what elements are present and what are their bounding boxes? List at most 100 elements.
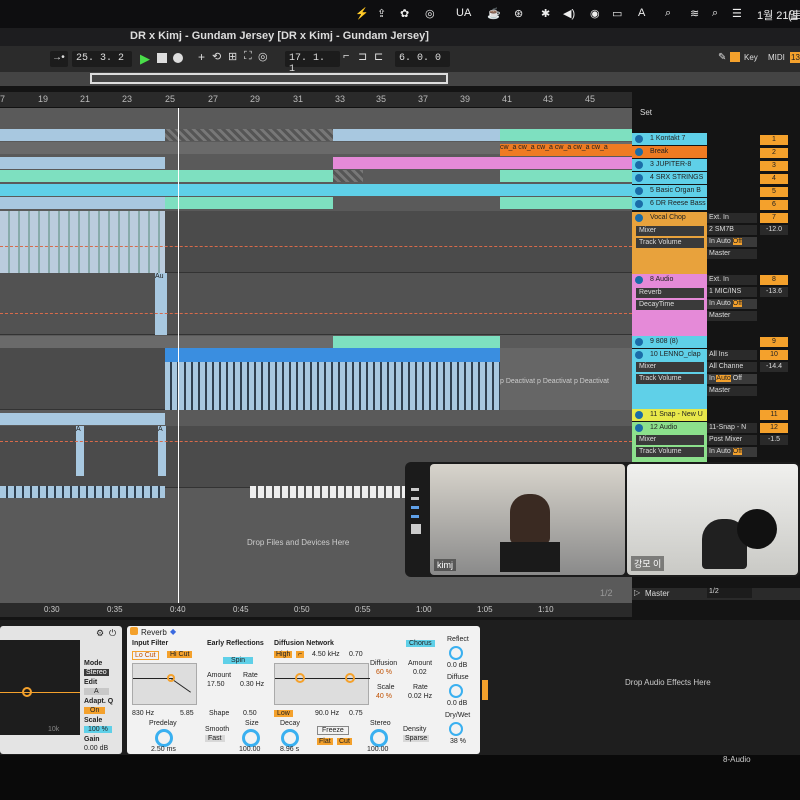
track-header-2[interactable]: Break xyxy=(632,146,707,158)
record-icon[interactable]: ◉ xyxy=(590,7,600,20)
size-knob[interactable] xyxy=(242,729,260,747)
punch-icon[interactable]: ⊞ xyxy=(228,50,237,63)
track-number[interactable]: 2 xyxy=(760,148,788,158)
clip[interactable] xyxy=(0,129,165,141)
clip[interactable] xyxy=(0,486,165,498)
high-shelf-icon[interactable]: ⌐ xyxy=(296,651,305,658)
search-spotlight-icon[interactable]: ⌕ xyxy=(712,7,718,20)
track-header-12[interactable]: 12 Audio xyxy=(632,422,707,434)
input-channel[interactable]: Post Mixer xyxy=(707,435,757,445)
volume-icon[interactable]: ◀) xyxy=(563,7,575,20)
follow-button[interactable]: →• xyxy=(50,51,68,67)
clip[interactable] xyxy=(333,336,500,348)
high-freq[interactable]: 4.50 kHz xyxy=(312,651,340,658)
high-toggle[interactable]: High xyxy=(274,651,293,658)
upload-icon[interactable]: ⇪ xyxy=(377,7,386,20)
control-icon[interactable] xyxy=(411,488,419,491)
control-icon[interactable] xyxy=(411,506,419,509)
activator-icon[interactable] xyxy=(635,411,643,419)
drywet-value[interactable]: 38 % xyxy=(450,738,466,745)
grid-icon[interactable] xyxy=(411,524,421,534)
video-call-window[interactable]: kimj 강모 이 xyxy=(405,462,800,577)
activator-icon[interactable] xyxy=(635,135,643,143)
keyboard-icon[interactable]: A xyxy=(638,7,645,19)
track-number[interactable]: 6 xyxy=(760,200,788,210)
device-activator-icon[interactable] xyxy=(130,627,138,635)
track-number[interactable]: 7 xyxy=(760,213,788,223)
hot-swap-icon[interactable]: ◆ xyxy=(170,627,176,636)
diffuse-knob[interactable] xyxy=(449,684,463,698)
bluetooth-icon[interactable]: ✱ xyxy=(541,7,550,20)
spin-toggle[interactable]: Spin xyxy=(223,657,254,664)
control-icon[interactable] xyxy=(411,515,419,518)
arrangement-overview[interactable] xyxy=(0,72,800,86)
stop-button[interactable] xyxy=(157,53,167,63)
punch-in-icon[interactable]: ⊐ xyxy=(358,50,367,63)
hi-cut-toggle[interactable]: Hi Cut xyxy=(167,651,193,658)
device-chooser[interactable]: Mixer xyxy=(636,435,704,445)
draw-mode-icon[interactable]: ✎ xyxy=(718,52,726,63)
play-button[interactable]: ▶ xyxy=(140,51,150,67)
cut-toggle[interactable]: Cut xyxy=(337,738,352,745)
input-type[interactable]: All Ins xyxy=(707,350,757,360)
control-icon[interactable] xyxy=(411,497,419,500)
search-icon[interactable]: ⌕ xyxy=(665,7,671,20)
clip[interactable] xyxy=(333,170,363,182)
diffusion-display[interactable] xyxy=(274,663,370,705)
clip[interactable] xyxy=(0,170,333,182)
playhead[interactable] xyxy=(178,108,179,603)
track-number[interactable]: 8 xyxy=(760,275,788,285)
clip[interactable] xyxy=(333,129,500,141)
stereo-knob[interactable] xyxy=(370,729,388,747)
diffusion-handle[interactable] xyxy=(345,673,355,683)
track-number[interactable]: 1 xyxy=(760,135,788,145)
output-type[interactable]: Master xyxy=(707,249,757,259)
filter-freq[interactable]: 830 Hz xyxy=(132,710,154,717)
param-chooser[interactable]: DecayTime xyxy=(636,300,704,310)
activator-icon[interactable] xyxy=(635,351,643,359)
activator-icon[interactable] xyxy=(635,174,643,182)
device-chooser[interactable]: Mixer xyxy=(636,226,704,236)
device-settings-icon[interactable]: ⚙ xyxy=(96,628,104,639)
track-header-1[interactable]: 1 Kontakt 7 xyxy=(632,133,707,145)
track-number[interactable]: 3 xyxy=(760,161,788,171)
clip[interactable] xyxy=(500,129,632,141)
punch-out-icon[interactable]: ⊏ xyxy=(374,50,383,63)
activator-icon[interactable] xyxy=(635,148,643,156)
stereo-value[interactable]: 100.00 xyxy=(367,746,388,753)
clip[interactable] xyxy=(0,413,165,425)
input-type[interactable]: 11-Snap - N xyxy=(707,423,757,433)
density-select[interactable]: Sparse xyxy=(403,735,430,742)
clip[interactable] xyxy=(500,170,632,182)
eq-display[interactable]: 10k xyxy=(0,640,80,735)
master-track[interactable]: ▷ Master 1/2 xyxy=(632,588,800,600)
flat-toggle[interactable]: Flat xyxy=(317,738,333,745)
track-header-9[interactable]: 9 808 (8) xyxy=(632,336,707,348)
track-volume[interactable]: -14.4 xyxy=(760,362,788,372)
coffee-icon[interactable]: ☕ xyxy=(487,7,501,20)
clip[interactable] xyxy=(0,336,333,348)
activator-icon[interactable] xyxy=(635,187,643,195)
clip-audio[interactable]: A xyxy=(158,426,166,476)
shape-value[interactable]: 0.50 xyxy=(243,710,257,717)
size-value[interactable]: 100.00 xyxy=(239,746,260,753)
clip-audio[interactable]: A xyxy=(76,426,84,476)
track-header-8[interactable]: 8 Audio xyxy=(632,274,707,286)
midi-map-label[interactable]: MIDI xyxy=(768,53,785,62)
clip[interactable] xyxy=(333,157,632,169)
filter-handle[interactable] xyxy=(167,674,175,682)
monitor-switch[interactable]: In Auto Off xyxy=(707,237,757,247)
arrangement-add-icon[interactable]: + xyxy=(198,50,205,64)
input-channel[interactable]: 2 SM7B xyxy=(707,225,757,235)
clip[interactable] xyxy=(165,197,333,209)
reflect-value[interactable]: 0.0 dB xyxy=(447,662,467,669)
gift-icon[interactable]: ✿ xyxy=(400,7,409,20)
activator-icon[interactable] xyxy=(635,276,643,284)
device-icon[interactable]: ◎ xyxy=(425,7,435,20)
smooth-select[interactable]: Fast xyxy=(205,735,225,742)
param-chooser[interactable]: Track Volume xyxy=(636,238,704,248)
track-number[interactable]: 12 xyxy=(760,423,788,433)
clip[interactable] xyxy=(0,197,165,209)
track-number[interactable]: 5 xyxy=(760,187,788,197)
reflect-knob[interactable] xyxy=(449,646,463,660)
